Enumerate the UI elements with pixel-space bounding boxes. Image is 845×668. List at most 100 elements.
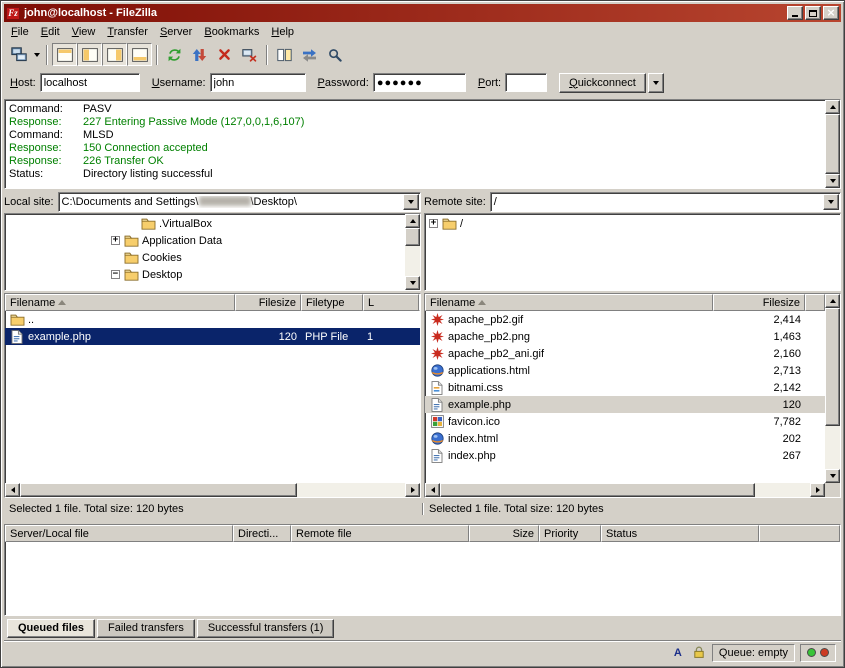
tree-item-application-data[interactable]: +Application Data [5,232,405,249]
quickconnect-dropdown-button[interactable] [648,73,664,93]
scrollbar-track[interactable] [20,483,405,497]
local-site-dropdown-button[interactable] [403,194,419,210]
file-row-bitnami-css[interactable]: bitnami.css2,142 [425,379,825,396]
scrollbar-track[interactable] [825,308,840,469]
site-manager-button[interactable] [6,43,31,66]
file-row-example-php[interactable]: example.php120PHP File1 [5,328,420,345]
scroll-up-button[interactable] [825,100,840,114]
expand-icon[interactable]: + [111,236,120,245]
column-header-server-local-file[interactable]: Server/Local file [5,525,233,542]
remote-list-vertical-scrollbar[interactable] [825,294,840,483]
find-files-button[interactable] [322,43,347,66]
scroll-left-button[interactable] [425,483,440,497]
remote-tree-pane: Remote site: / +/ [424,191,841,291]
scroll-down-button[interactable] [405,276,420,290]
tab-queued-files[interactable]: Queued files [7,619,95,638]
toolbar-separator [156,45,158,65]
file-row-favicon-ico[interactable]: favicon.ico7,782 [425,413,825,430]
scroll-up-button[interactable] [405,214,420,228]
remote-site-combo[interactable]: / [490,192,841,212]
scrollbar-thumb[interactable] [405,228,420,246]
menu-help[interactable]: Help [265,24,300,40]
menu-bookmarks[interactable]: Bookmarks [198,24,265,40]
scrollbar-thumb[interactable] [825,114,840,174]
toggle-local-tree-button[interactable] [77,43,102,66]
scrollbar-thumb[interactable] [440,483,755,497]
expand-icon[interactable]: + [429,219,438,228]
column-header-size[interactable]: Size [469,525,539,542]
menu-view[interactable]: View [66,24,102,40]
remote-list-horizontal-scrollbar[interactable] [425,483,825,497]
collapse-icon[interactable]: − [111,270,120,279]
close-button[interactable]: × [823,6,839,20]
column-header-l[interactable]: L [363,294,419,311]
column-header-priority[interactable]: Priority [539,525,601,542]
file-row-index-php[interactable]: index.php267 [425,447,825,464]
port-input[interactable] [505,73,547,92]
scroll-down-button[interactable] [825,469,840,483]
file-row-index-html[interactable]: index.html202 [425,430,825,447]
menu-file[interactable]: File [5,24,35,40]
scrollbar-thumb[interactable] [20,483,297,497]
tree-item-cookies[interactable]: Cookies [5,249,405,266]
maximize-button[interactable] [805,6,821,20]
remote-site-label: Remote site: [424,196,486,208]
scroll-left-button[interactable] [5,483,20,497]
scrollbar-track[interactable] [405,228,420,276]
log-scrollbar[interactable] [825,100,840,188]
toggle-remote-tree-button[interactable] [102,43,127,66]
disconnect-button[interactable] [237,43,262,66]
refresh-button[interactable] [162,43,187,66]
menu-transfer[interactable]: Transfer [101,24,154,40]
file-row-updir[interactable]: .. [5,311,420,328]
column-header-filesize[interactable]: Filesize [713,294,805,311]
tree-item-root[interactable]: +/ [425,215,840,232]
process-queue-button[interactable] [187,43,212,66]
file-name: index.html [448,433,498,445]
column-header-remote-file[interactable]: Remote file [291,525,469,542]
remote-site-dropdown-button[interactable] [823,194,839,210]
scroll-right-button[interactable] [810,483,825,497]
scrollbar-track[interactable] [825,114,840,174]
column-header-directi[interactable]: Directi... [233,525,291,542]
host-input[interactable] [40,73,140,92]
file-row-applications-html[interactable]: applications.html2,713 [425,362,825,379]
column-header-filetype[interactable]: Filetype [301,294,363,311]
quickconnect-button[interactable]: Quickconnect [559,73,646,93]
local-tree-scrollbar[interactable] [405,214,420,290]
site-manager-dropdown-button[interactable] [31,43,42,66]
column-header-status[interactable]: Status [601,525,759,542]
local-list-body: ..example.php120PHP File1 [5,311,420,483]
column-header-filler [419,294,420,311]
toggle-message-log-button[interactable] [52,43,77,66]
file-row-example-php[interactable]: example.php120 [425,396,825,413]
scrollbar-track[interactable] [440,483,810,497]
scroll-down-button[interactable] [825,174,840,188]
menu-edit[interactable]: Edit [35,24,66,40]
local-list-horizontal-scrollbar[interactable] [5,483,420,497]
title-bar[interactable]: Fz john@localhost - FileZilla × [4,4,841,22]
file-row-apache-pb2-gif[interactable]: apache_pb2.gif2,414 [425,311,825,328]
tree-item-virtualbox[interactable]: .VirtualBox [5,215,405,232]
file-row-apache-pb2-png[interactable]: apache_pb2.png1,463 [425,328,825,345]
cancel-button[interactable] [212,43,237,66]
directory-comparison-button[interactable] [272,43,297,66]
column-header-filesize[interactable]: Filesize [235,294,301,311]
password-input[interactable] [373,73,466,92]
tab-failed-transfers[interactable]: Failed transfers [97,619,195,638]
minimize-button[interactable] [787,6,803,20]
username-input[interactable] [210,73,306,92]
toggle-transfer-queue-button[interactable] [127,43,152,66]
scroll-right-button[interactable] [405,483,420,497]
tree-item-desktop[interactable]: −Desktop [5,266,405,283]
scroll-up-button[interactable] [825,294,840,308]
column-header-filename[interactable]: Filename [425,294,713,311]
scrollbar-thumb[interactable] [825,308,840,426]
synchronized-browsing-button[interactable] [297,43,322,66]
menu-server[interactable]: Server [154,24,198,40]
column-header-filename[interactable]: Filename [5,294,235,311]
cell-size: 120 [235,328,301,345]
local-site-combo[interactable]: C:\Documents and Settings\\Desktop\ [58,192,421,212]
tab-successful-transfers-1[interactable]: Successful transfers (1) [197,619,335,638]
file-row-apache-pb2-ani-gif[interactable]: apache_pb2_ani.gif2,160 [425,345,825,362]
